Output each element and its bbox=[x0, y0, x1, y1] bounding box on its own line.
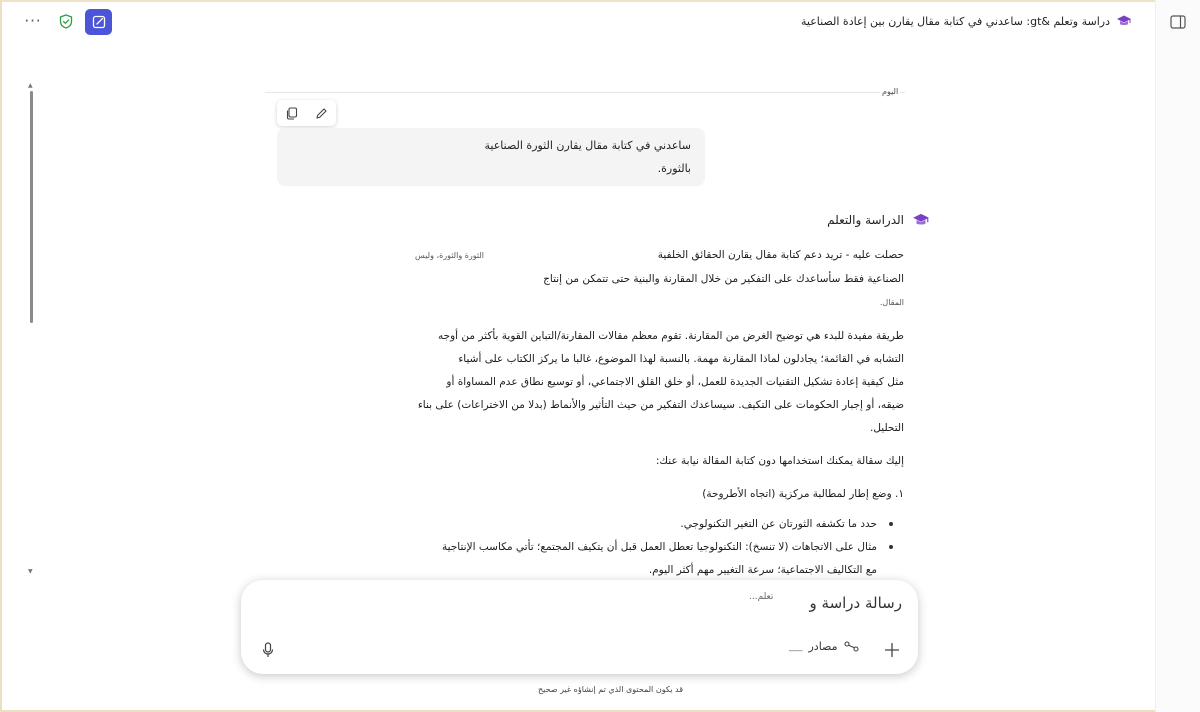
assistant-text: ضيقه، أو إجبار الحكومات على التكيف. سيسا… bbox=[417, 399, 904, 411]
assistant-text: التشابه في القائمة؛ يجادلون لماذا المقار… bbox=[458, 353, 904, 365]
assistant-text: حصلت عليه - تريد دعم كتابة مقال يقارن ال… bbox=[657, 249, 904, 261]
assistant-name: الدراسة والتعلم bbox=[827, 213, 904, 227]
graduation-cap-icon bbox=[1117, 15, 1131, 25]
list-item: مثال على الاتجاهات (لا تنسخ): التكنولوجي… bbox=[442, 541, 877, 553]
graduation-cap-icon bbox=[913, 213, 929, 225]
disclaimer-text: قد يكون المحتوى الذي تم إنشاؤه غير صحيح bbox=[538, 685, 684, 694]
assistant-header: الدراسة والتعلم bbox=[827, 212, 930, 228]
user-message: ساعدني في كتابة مقال يقارن الثورة الصناع… bbox=[277, 128, 705, 186]
list-bullet bbox=[889, 545, 893, 549]
new-chat-button[interactable] bbox=[85, 9, 112, 35]
assistant-text: الثورة والثورة، وليس bbox=[415, 251, 484, 260]
copy-icon bbox=[286, 106, 297, 120]
scrollbar-thumb[interactable] bbox=[30, 91, 33, 323]
add-attachment-button[interactable] bbox=[881, 639, 903, 661]
composer-placeholder-tail: تعلم... bbox=[749, 592, 774, 602]
list-item-continuation: مع التكاليف الاجتماعية؛ سرعة التغيير مهم… bbox=[648, 564, 877, 576]
message-toolbar bbox=[277, 100, 336, 126]
copy-button[interactable] bbox=[281, 103, 303, 123]
more-icon: ··· bbox=[24, 12, 42, 30]
scroll-up-arrow[interactable]: ▲ bbox=[28, 82, 33, 89]
microphone-icon bbox=[262, 642, 274, 657]
scroll-down-arrow[interactable]: ▼ bbox=[28, 568, 33, 575]
new-chat-icon bbox=[92, 15, 105, 29]
assistant-text: الصناعية فقط سأساعدك على التفكير من خلال… bbox=[543, 273, 904, 285]
edit-button[interactable] bbox=[310, 103, 332, 123]
conversation-title: دراسة وتعلم &gt: ساعدني في كتابة مقال يق… bbox=[801, 14, 1132, 28]
assistant-text: طريقة مفيدة للبدء هي توضيح الغرض من المق… bbox=[437, 330, 904, 342]
assistant-text: المقال. bbox=[879, 298, 904, 307]
message-composer[interactable]: رسالة دراسة و تعلم... مصادر ___ bbox=[241, 580, 918, 674]
sources-dash: ___ bbox=[789, 641, 803, 652]
user-message-line: بالثورة. bbox=[657, 162, 691, 175]
composer-placeholder[interactable]: رسالة دراسة و bbox=[810, 594, 902, 612]
edit-icon bbox=[316, 107, 327, 119]
sidebar-toggle-button[interactable] bbox=[1168, 12, 1188, 32]
window-frame-top bbox=[0, 0, 1200, 2]
assistant-heading: ١. وضع إطار لمطالبة مركزية (اتجاه الأطرو… bbox=[702, 488, 904, 500]
plus-icon bbox=[884, 642, 900, 658]
microphone-button[interactable] bbox=[257, 639, 279, 661]
sources-icon bbox=[843, 641, 859, 652]
right-side-strip bbox=[1155, 0, 1200, 712]
date-label: اليوم bbox=[880, 87, 901, 96]
user-message-line: ساعدني في كتابة مقال يقارن الثورة الصناع… bbox=[484, 139, 691, 152]
assistant-text: التحليل. bbox=[870, 422, 904, 434]
sources-button[interactable]: مصادر ___ bbox=[789, 640, 860, 653]
list-bullet bbox=[889, 522, 893, 526]
shield-icon bbox=[59, 13, 73, 29]
assistant-text: مثل كيفية إعادة تشكيل التقنيات الجديدة ل… bbox=[446, 376, 904, 388]
window-frame-left bbox=[0, 0, 2, 712]
assistant-text: إليك سقالة يمكنك استخدامها دون كتابة الم… bbox=[655, 455, 904, 467]
sources-label: مصادر bbox=[808, 640, 838, 653]
list-item: حدد ما تكشفه الثورتان عن التغير التكنولو… bbox=[680, 518, 877, 530]
sidebar-toggle-icon bbox=[1170, 15, 1186, 29]
conversation-title-text: دراسة وتعلم &gt: ساعدني في كتابة مقال يق… bbox=[801, 14, 1110, 28]
more-options-button[interactable]: ··· bbox=[22, 10, 44, 32]
shield-button[interactable] bbox=[55, 10, 77, 32]
date-divider bbox=[265, 92, 905, 93]
